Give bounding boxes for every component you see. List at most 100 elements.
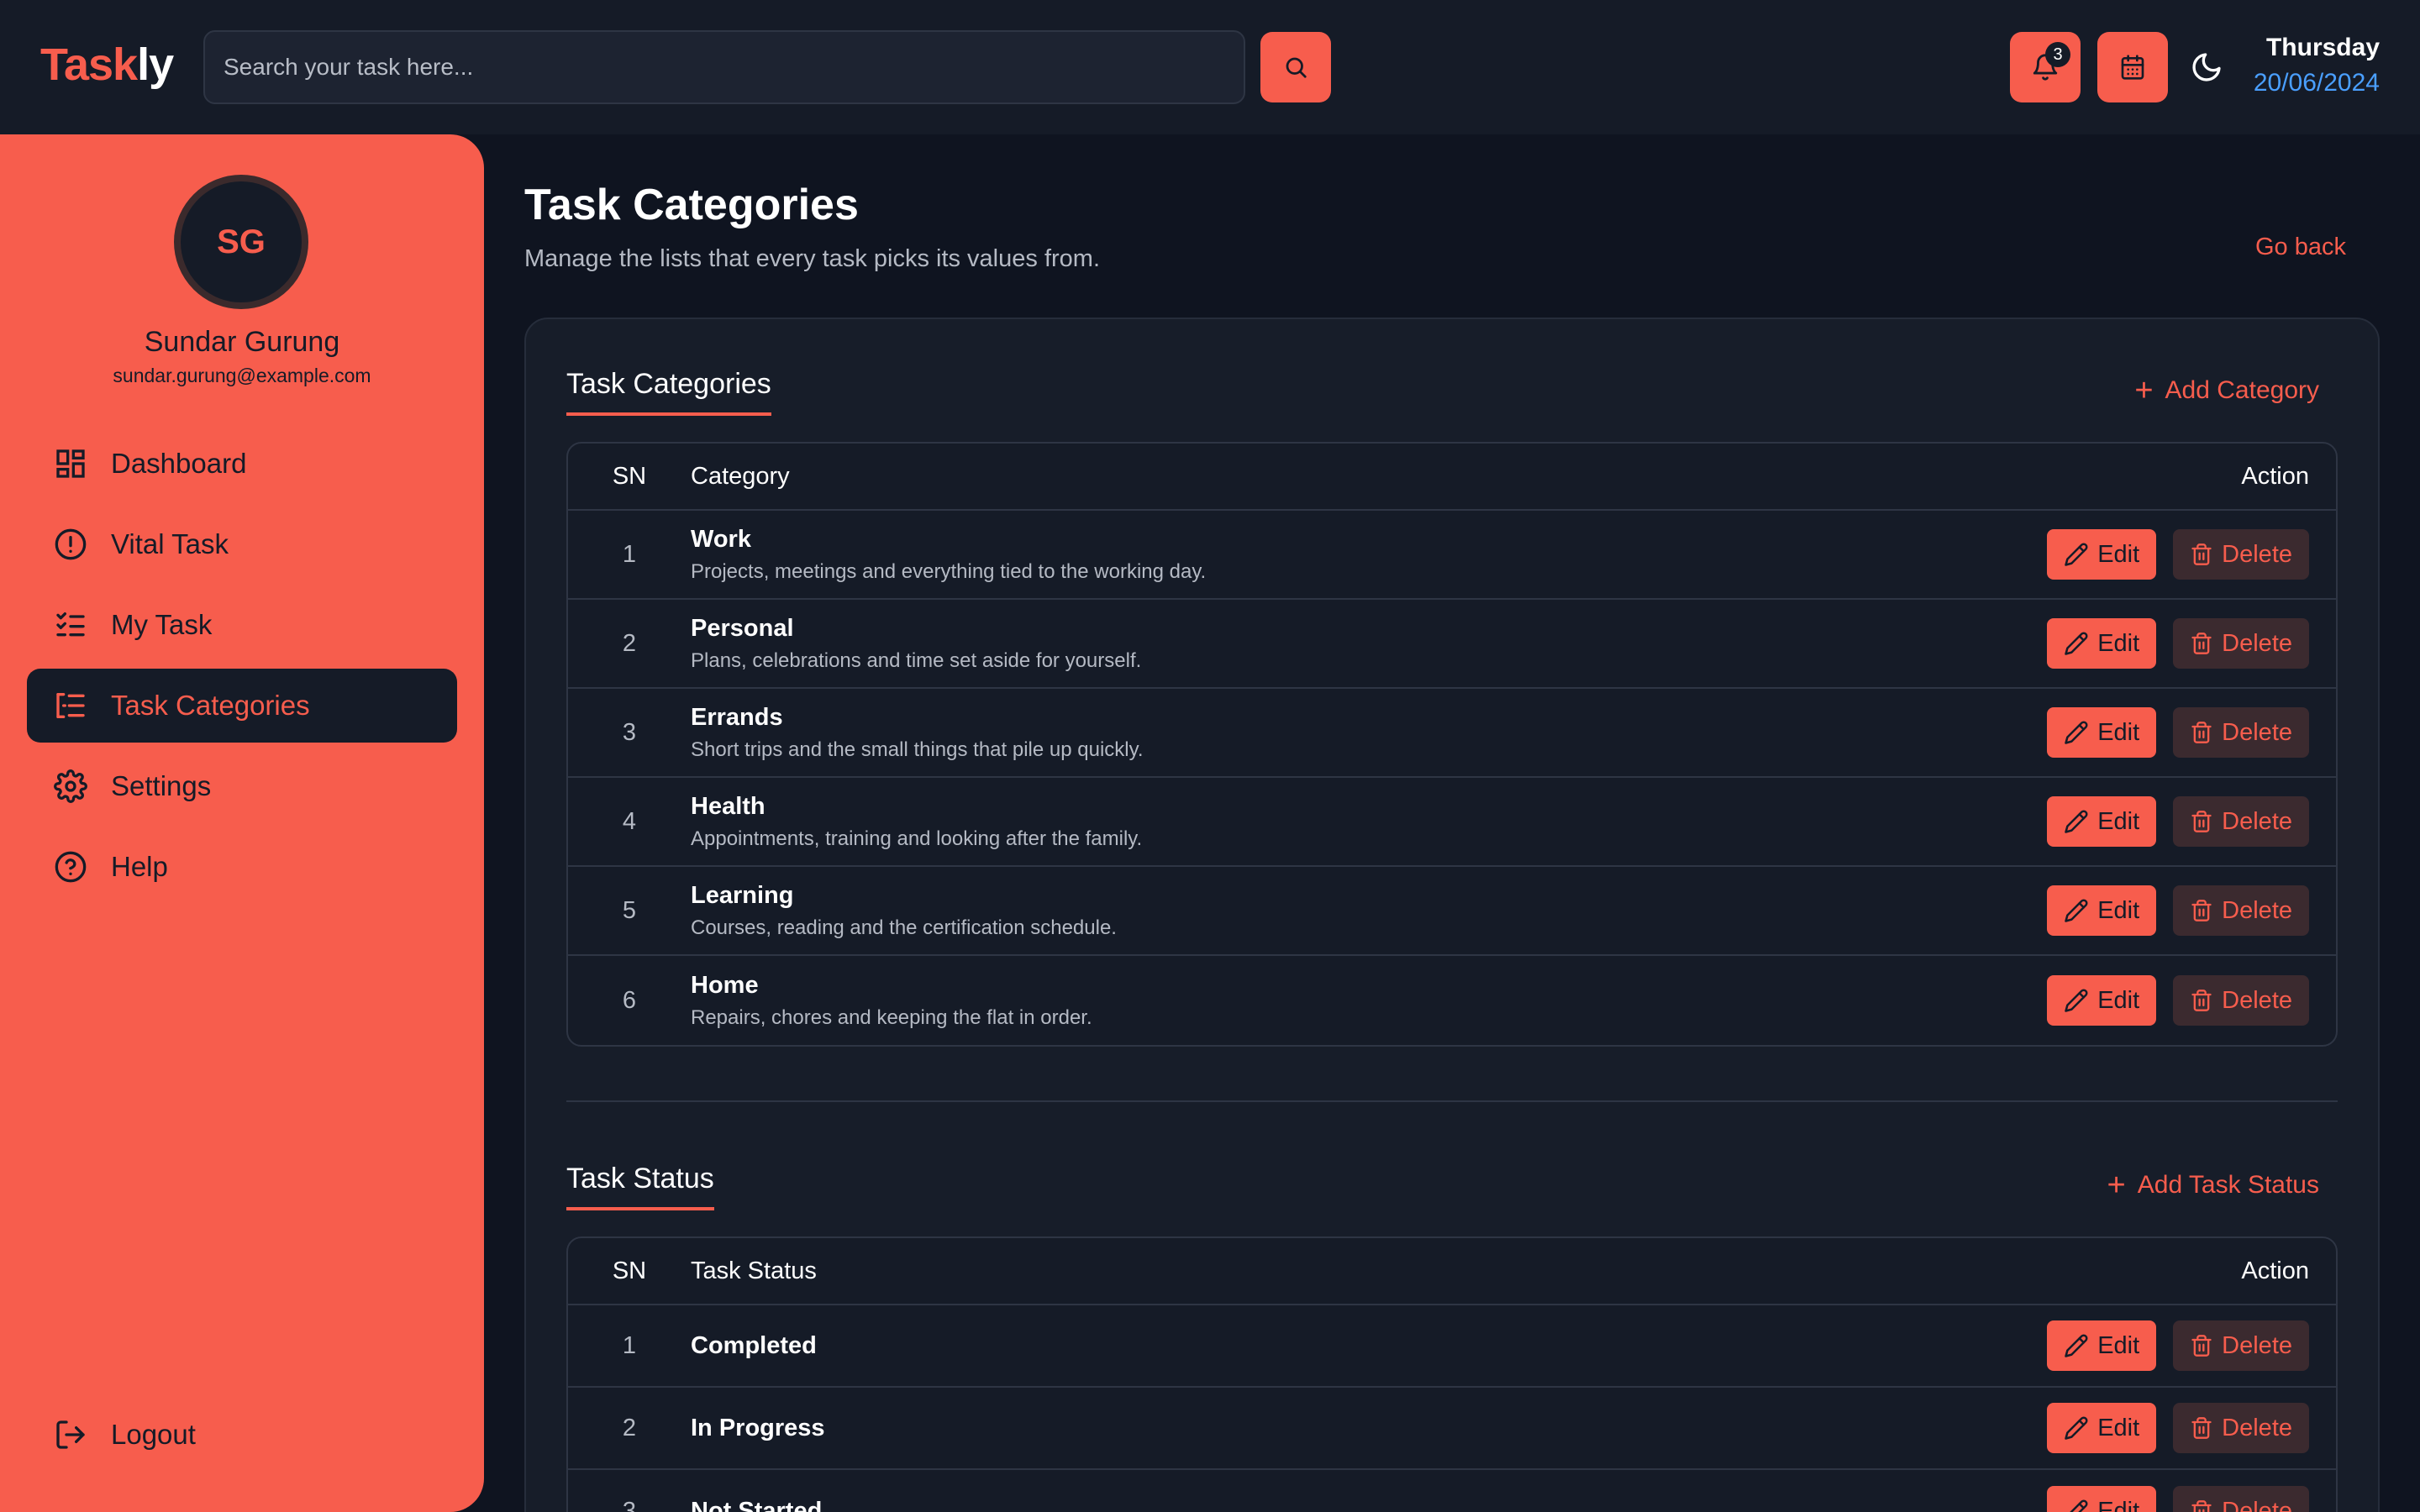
edit-button[interactable]: Edit <box>2047 529 2157 580</box>
sidebar-item-label: Task Categories <box>111 690 310 721</box>
calendar-icon <box>2121 55 2144 80</box>
date-label: 20/06/2024 <box>2253 69 2380 97</box>
help-circle-icon <box>55 851 87 883</box>
sidebar-item-label: Vital Task <box>111 528 229 559</box>
row-sn: 1 <box>622 540 637 568</box>
table-row: 3 Not Started Edit Delete <box>568 1470 2336 1512</box>
table-row: 1 Completed Edit Delete <box>568 1305 2336 1388</box>
dashboard-icon <box>56 449 85 478</box>
delete-button[interactable]: Delete <box>2173 975 2309 1026</box>
plus-icon: + <box>2107 1168 2126 1203</box>
edit-button[interactable]: Edit <box>2047 796 2157 847</box>
sidebar-item-my-task[interactable]: My Task <box>27 588 457 662</box>
edit-button[interactable]: Edit <box>2047 975 2157 1026</box>
sidebar-item-dashboard[interactable]: Dashboard <box>27 427 457 501</box>
search-button[interactable] <box>1260 32 1331 102</box>
go-back-link[interactable]: Go back <box>2255 234 2346 261</box>
category-description: Courses, reading and the certification s… <box>691 916 1117 939</box>
user-name: Sundar Gurung <box>144 326 340 358</box>
sidebar-item-task-categories[interactable]: Task Categories <box>27 669 457 743</box>
pencil-icon <box>2065 810 2088 833</box>
row-sn: 2 <box>622 629 637 657</box>
row-sn: 3 <box>622 1497 637 1512</box>
edit-label: Edit <box>2097 629 2140 657</box>
pencil-icon <box>2065 1416 2088 1440</box>
content-card: Task Categories + Add Category SN Catego… <box>524 318 2380 1512</box>
top-bar: Taskly 3 Thursday 20/06/2024 <box>0 0 2420 134</box>
row-sn: 1 <box>622 1331 637 1359</box>
pencil-icon <box>2065 721 2088 744</box>
table-row: 2 Personal Plans, celebrations and time se… <box>568 600 2336 689</box>
category-name: Health <box>691 792 765 820</box>
section-divider <box>566 1100 2338 1102</box>
delete-button[interactable]: Delete <box>2173 1320 2309 1371</box>
calendar-button[interactable] <box>2097 32 2168 102</box>
table-row: 1 Work Projects, meetings and everything t… <box>568 511 2336 600</box>
edit-button[interactable]: Edit <box>2047 1320 2157 1371</box>
category-name: Errands <box>691 703 783 731</box>
pencil-icon <box>2065 899 2088 922</box>
delete-button[interactable]: Delete <box>2173 618 2309 669</box>
delete-label: Delete <box>2222 540 2292 568</box>
list-tree-icon <box>56 693 85 718</box>
add-task-status-button[interactable]: + Add Task Status <box>2107 1169 2319 1201</box>
avatar[interactable]: SG <box>174 175 308 309</box>
table-header: SN Task Status Action <box>568 1238 2336 1305</box>
trash-icon <box>2191 811 2212 832</box>
search-input[interactable] <box>203 30 1245 104</box>
trash-icon <box>2191 633 2212 654</box>
sidebar-item-label: My Task <box>111 609 213 640</box>
delete-button[interactable]: Delete <box>2173 885 2309 936</box>
user-email: sundar.gurung@example.com <box>113 365 371 386</box>
edit-button[interactable]: Edit <box>2047 885 2157 936</box>
delete-label: Delete <box>2222 1331 2292 1359</box>
delete-label: Delete <box>2222 1497 2292 1512</box>
trash-icon <box>2191 1335 2212 1357</box>
edit-label: Edit <box>2097 896 2140 924</box>
pencil-icon <box>2065 1334 2088 1357</box>
logo-part-task: Task <box>40 39 138 90</box>
moon-icon[interactable] <box>2190 50 2223 84</box>
day-label: Thursday <box>2265 34 2380 61</box>
page-title: Task Categories <box>524 181 859 229</box>
sidebar-item-help[interactable]: Help <box>27 830 457 904</box>
delete-button[interactable]: Delete <box>2173 796 2309 847</box>
category-description: Appointments, training and looking after… <box>691 827 1143 850</box>
table-row: 4 Health Appointments, training and lookin… <box>568 778 2336 867</box>
edit-button[interactable]: Edit <box>2047 1486 2157 1512</box>
notification-badge: 3 <box>2045 42 2070 67</box>
checklist-icon <box>56 612 85 637</box>
sidebar-item-settings[interactable]: Settings <box>27 749 457 823</box>
table-row: 5 Learning Courses, reading and the certif… <box>568 867 2336 956</box>
delete-label: Delete <box>2222 896 2292 924</box>
column-header-action: Action <box>2241 462 2309 490</box>
app-logo[interactable]: Taskly <box>40 39 174 91</box>
trash-icon <box>2191 990 2212 1011</box>
trash-icon <box>2191 900 2212 921</box>
status-name: In Progress <box>691 1414 825 1441</box>
delete-button[interactable]: Delete <box>2173 707 2309 758</box>
delete-button[interactable]: Delete <box>2173 1403 2309 1453</box>
sidebar-item-label: Settings <box>111 770 212 801</box>
delete-button[interactable]: Delete <box>2173 1486 2309 1512</box>
row-sn: 4 <box>622 807 637 835</box>
edit-label: Edit <box>2097 807 2140 835</box>
delete-button[interactable]: Delete <box>2173 529 2309 580</box>
delete-label: Delete <box>2222 718 2292 746</box>
category-name: Work <box>691 525 751 553</box>
sidebar-item-label: Help <box>111 851 168 882</box>
category-description: Plans, celebrations and time set aside f… <box>691 648 1142 672</box>
edit-button[interactable]: Edit <box>2047 618 2157 669</box>
date-display: Thursday 20/06/2024 <box>2254 34 2380 97</box>
pencil-icon <box>2065 989 2088 1012</box>
edit-button[interactable]: Edit <box>2047 1403 2157 1453</box>
logo-part-ly: ly <box>137 39 174 90</box>
logout-button[interactable]: Logout <box>27 1398 457 1472</box>
add-category-label: Add Category <box>2165 376 2319 404</box>
sidebar-item-vital-task[interactable]: Vital Task <box>27 507 457 581</box>
notifications-button[interactable]: 3 <box>2010 32 2081 102</box>
edit-button[interactable]: Edit <box>2047 707 2157 758</box>
section-title-status: Task Status <box>566 1163 714 1210</box>
logout-icon <box>56 1420 85 1449</box>
add-category-button[interactable]: + Add Category <box>2134 375 2319 407</box>
